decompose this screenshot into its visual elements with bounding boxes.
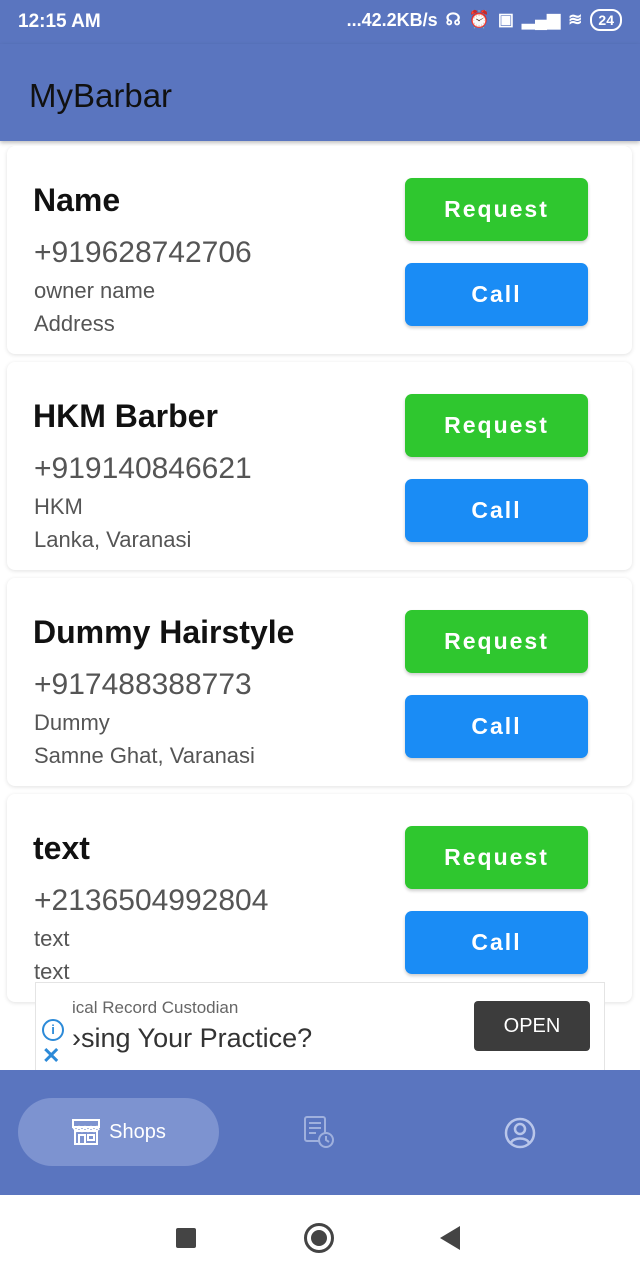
call-button[interactable]: Call: [405, 263, 588, 326]
account-circle-icon: [503, 1116, 537, 1150]
nav-shops-label: Shops: [109, 1120, 166, 1143]
shop-phone: +2136504992804: [34, 884, 269, 917]
request-button[interactable]: Request: [405, 178, 588, 241]
shop-card: HKM Barber +919140846621 HKM Lanka, Vara…: [7, 362, 632, 570]
ad-headline: ical Record Custodian: [72, 998, 239, 1017]
store-icon: [71, 1118, 101, 1146]
home-icon[interactable]: [304, 1223, 334, 1253]
wifi-icon: ≋: [568, 10, 583, 29]
shop-address: Samne Ghat, Varanasi: [34, 743, 255, 768]
shop-address: Address: [34, 311, 115, 336]
signal-icon: ▂▄▆: [521, 10, 561, 29]
shop-owner: HKM: [34, 494, 83, 519]
call-button[interactable]: Call: [405, 479, 588, 542]
shop-owner: owner name: [34, 278, 156, 303]
request-button[interactable]: Request: [405, 394, 588, 457]
nav-profile-tab[interactable]: [503, 1116, 537, 1155]
shop-name: text: [33, 830, 90, 866]
back-icon[interactable]: [440, 1226, 460, 1250]
shop-name: Name: [33, 182, 121, 218]
document-clock-icon: [302, 1115, 336, 1149]
shop-card: Dummy Hairstyle +917488388773 Dummy Samn…: [7, 578, 632, 786]
request-button[interactable]: Request: [405, 826, 588, 889]
recents-icon[interactable]: [176, 1228, 196, 1248]
ad-close-icon[interactable]: ✕: [42, 1043, 60, 1069]
status-icons: ...42.2KB/s ☊ ⏰ ▣ ▂▄▆ ≋ 24: [347, 9, 622, 31]
call-button[interactable]: Call: [405, 695, 588, 758]
shop-address: Lanka, Varanasi: [34, 527, 192, 552]
status-bar: 12:15 AM ...42.2KB/s ☊ ⏰ ▣ ▂▄▆ ≋ 24: [0, 0, 640, 44]
shop-name: Dummy Hairstyle: [33, 614, 295, 650]
ad-open-button[interactable]: OPEN: [474, 1001, 590, 1051]
shop-name: HKM Barber: [33, 398, 218, 434]
shop-phone: +919140846621: [34, 452, 252, 485]
ad-title: ›sing Your Practice?: [72, 1023, 313, 1053]
app-title: MyBarbar: [29, 77, 173, 114]
request-button[interactable]: Request: [405, 610, 588, 673]
volte-icon: ▣: [497, 10, 514, 29]
status-time: 12:15 AM: [18, 11, 101, 32]
nav-shops-tab[interactable]: Shops: [18, 1098, 219, 1166]
shop-phone: +919628742706: [34, 236, 252, 269]
shop-list[interactable]: Name +919628742706 owner name Address Re…: [0, 146, 640, 1070]
bottom-nav: Shops: [0, 1070, 640, 1195]
call-button[interactable]: Call: [405, 911, 588, 974]
shop-phone: +917488388773: [34, 668, 252, 701]
headphones-icon: ☊: [445, 10, 461, 29]
alarm-icon: ⏰: [468, 10, 490, 29]
shop-card: text +2136504992804 text text Request Ca…: [7, 794, 632, 1002]
app-bar: MyBarbar: [0, 44, 640, 141]
system-nav-bar: [0, 1195, 640, 1280]
shop-owner: Dummy: [34, 710, 110, 735]
ad-banner[interactable]: i ✕ ical Record Custodian ›sing Your Pra…: [35, 982, 605, 1072]
nav-requests-tab[interactable]: [302, 1115, 336, 1154]
battery-icon: 24: [590, 9, 622, 31]
network-speed: ...42.2KB/s: [346, 9, 438, 30]
shop-owner: text: [34, 926, 70, 951]
shop-card: Name +919628742706 owner name Address Re…: [7, 146, 632, 354]
ad-info-icon[interactable]: i: [42, 1019, 64, 1041]
